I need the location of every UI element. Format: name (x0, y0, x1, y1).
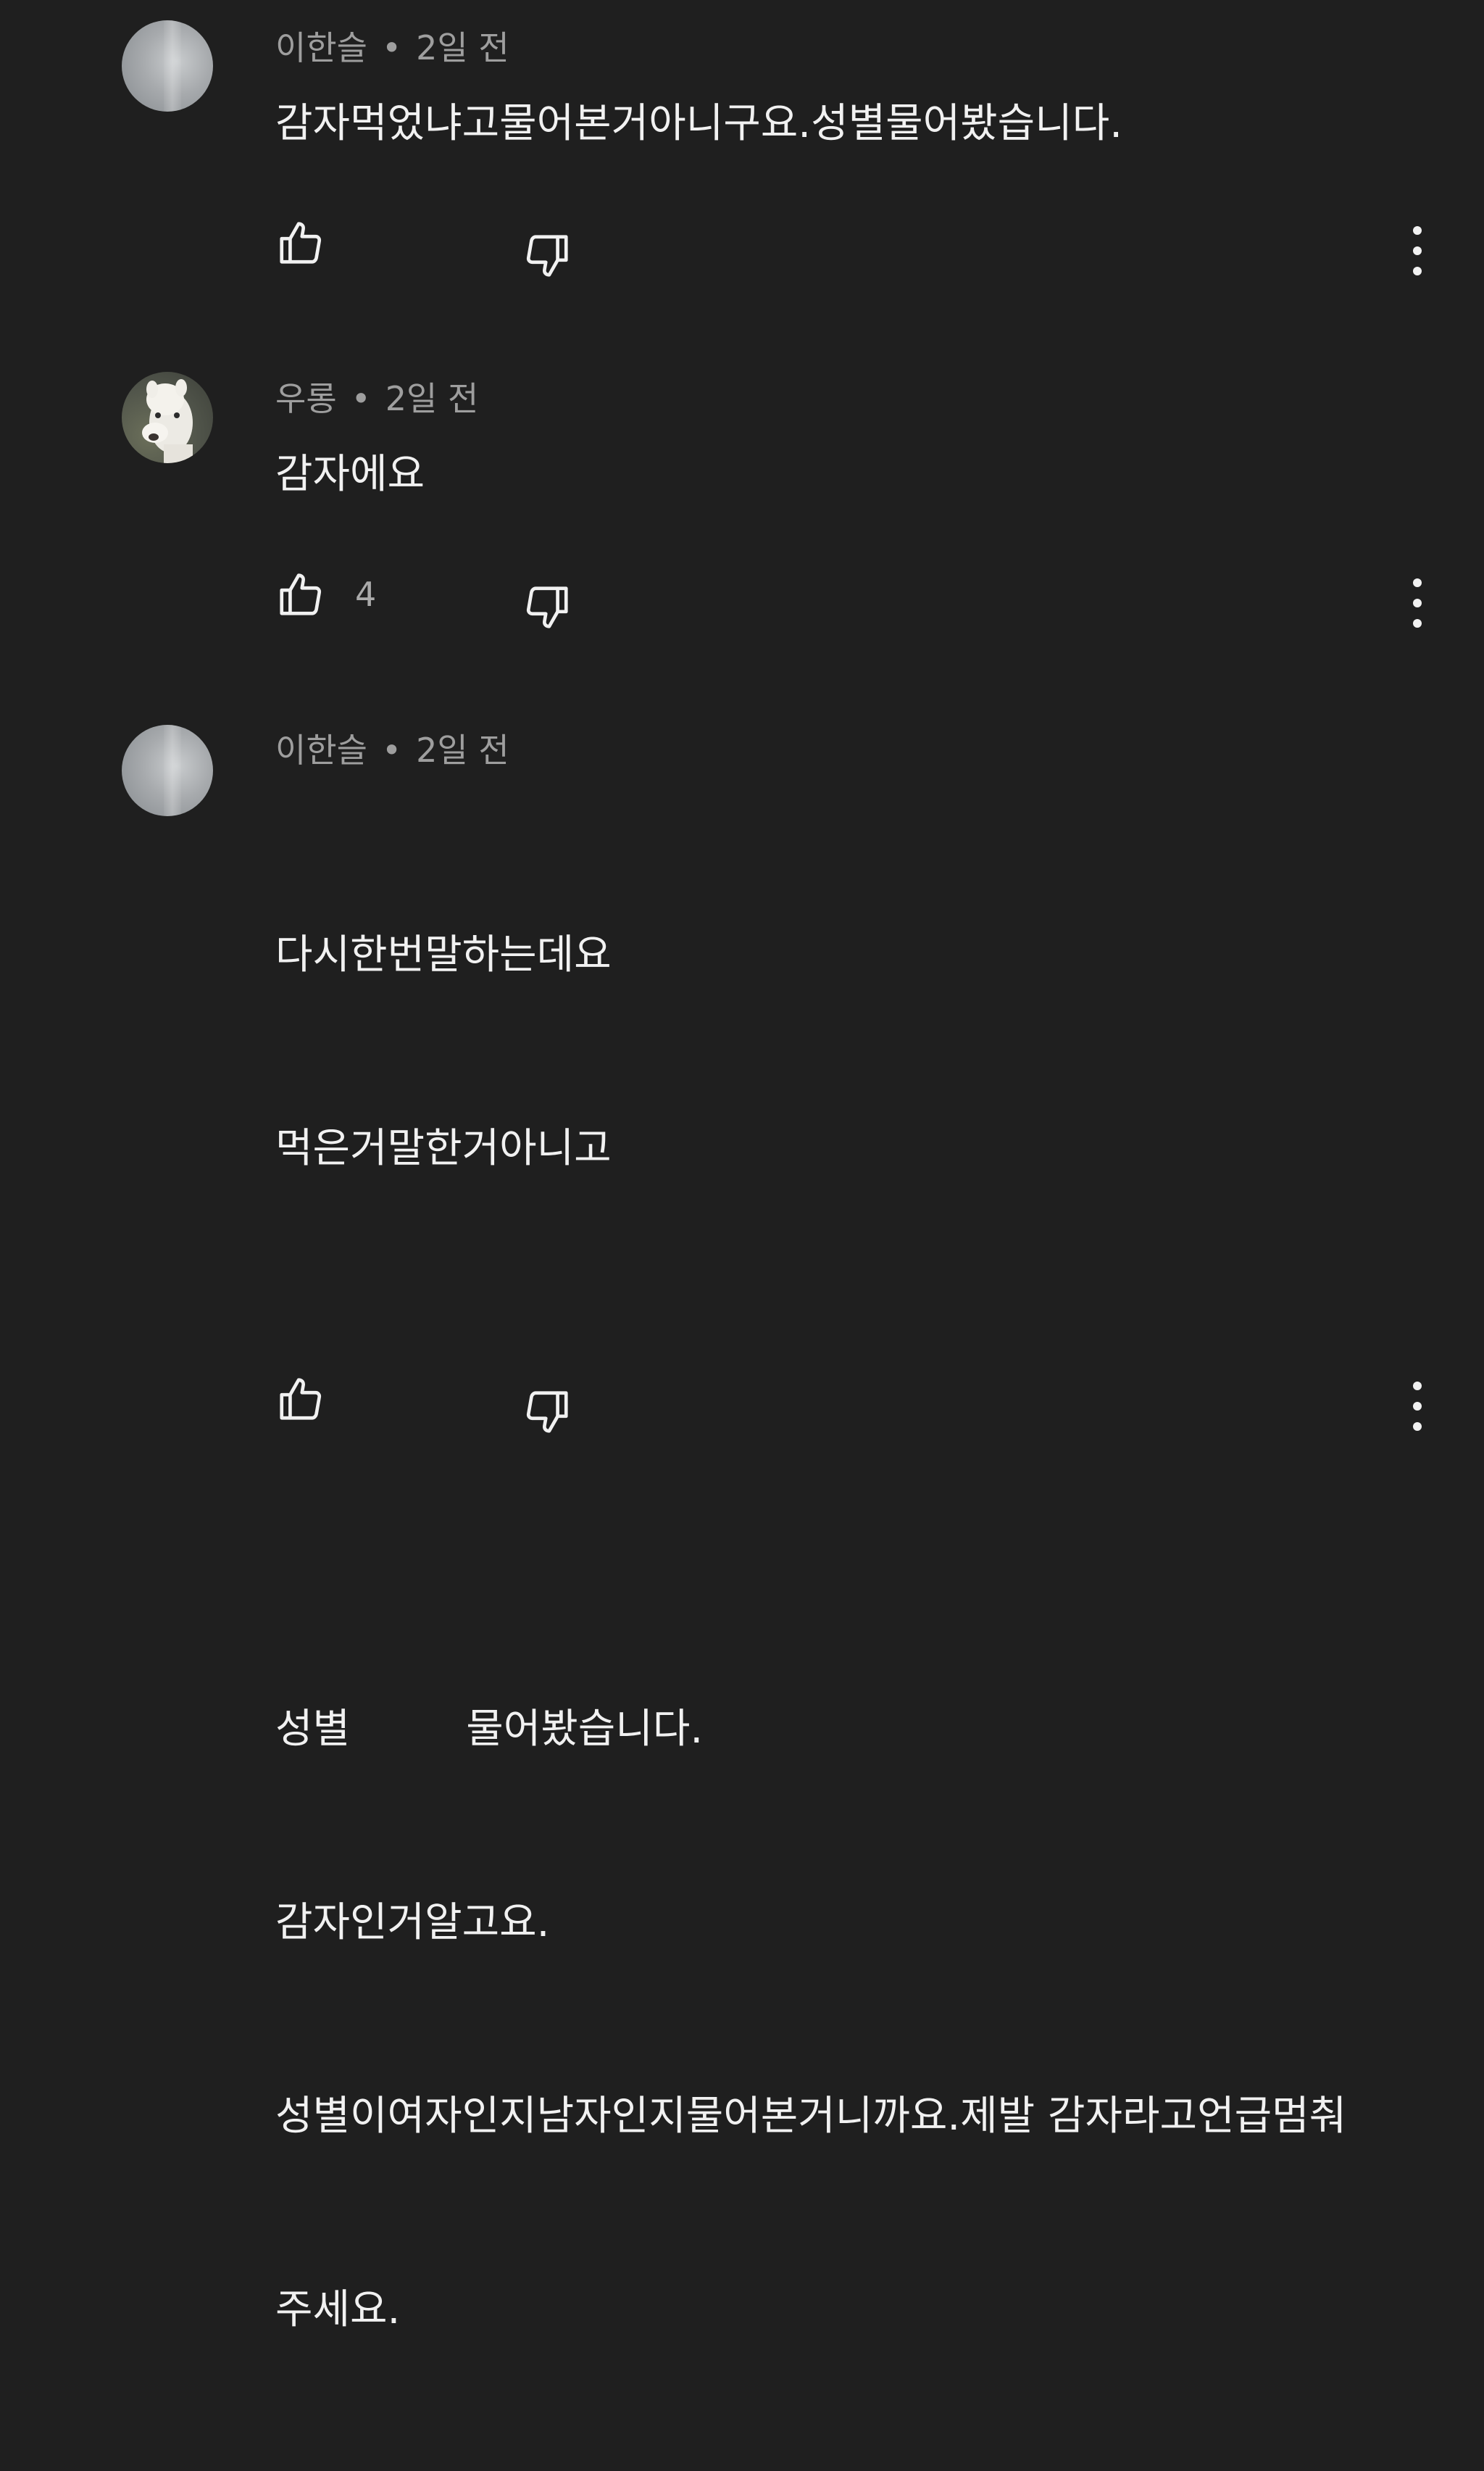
more-options-button[interactable] (1403, 222, 1432, 280)
thumbs-down-icon (526, 1391, 568, 1433)
author-name[interactable]: 이한슬 (275, 28, 367, 67)
timestamp[interactable]: 2일 전 (416, 731, 509, 770)
like-count: 4 (355, 575, 377, 614)
comment-line (275, 1503, 1346, 1568)
comment-meta: 우롱 • 2일 전 (275, 377, 478, 420)
avatar[interactable] (122, 725, 213, 816)
separator-dot: • (351, 379, 371, 418)
comment-meta: 이한슬 • 2일 전 (275, 26, 509, 70)
avatar[interactable] (122, 372, 213, 463)
avatar[interactable] (122, 20, 213, 112)
author-name[interactable]: 우롱 (275, 379, 337, 418)
timestamp[interactable]: 2일 전 (416, 28, 509, 67)
timestamp[interactable]: 2일 전 (385, 379, 479, 418)
comment-meta: 이한슬 • 2일 전 (275, 728, 509, 772)
thumbs-up-icon (280, 1378, 322, 1420)
comment-line: 감자에요 (275, 451, 425, 498)
thumbs-down-icon (526, 235, 568, 277)
comment-line: 성별 물어봤습니다. (275, 1706, 704, 1753)
comment-line: 성별이여자인지남자인지물어본거니까요.제발 감자라고언급멈춰 (275, 2093, 1347, 2140)
comment-text: 감자에요 (275, 442, 425, 507)
alpaca-icon (142, 379, 193, 463)
like-button[interactable]: 4 (275, 569, 376, 620)
separator-dot: • (381, 28, 402, 67)
comment-text: 감자먹었냐고물어본거아니구요.성별물어봤습니다. (275, 91, 1122, 156)
dislike-button[interactable] (522, 231, 572, 281)
comment-line: 먹은거말한거아니고 (275, 1125, 612, 1172)
dislike-button[interactable] (522, 1387, 572, 1437)
comment-line (275, 1310, 1346, 1374)
more-vert-icon (1413, 1382, 1422, 1431)
more-vert-icon (1413, 226, 1422, 275)
more-vert-icon (1413, 578, 1422, 628)
author-name[interactable]: 이한슬 (275, 731, 367, 770)
comment-line: 주세요. (275, 2286, 401, 2333)
thumbs-down-icon (526, 586, 568, 628)
comment-line: 감자인거알고요. (275, 1899, 550, 1946)
comment-text: 다시한번말하는데요 먹은거말한거아니고 성별 물어봤습니다. 감자인거알고요. … (275, 794, 1346, 2471)
like-button[interactable] (275, 1374, 355, 1424)
thumbs-up-icon (280, 573, 322, 615)
more-options-button[interactable] (1403, 574, 1432, 632)
comment-line: 다시한번말하는데요 (275, 931, 612, 979)
dislike-button[interactable] (522, 582, 572, 633)
separator-dot: • (381, 731, 402, 770)
like-button[interactable] (275, 217, 355, 268)
thumbs-up-icon (280, 222, 322, 264)
comment-line: 감자먹었냐고물어본거아니구요.성별물어봤습니다. (275, 100, 1123, 147)
more-options-button[interactable] (1403, 1377, 1432, 1435)
